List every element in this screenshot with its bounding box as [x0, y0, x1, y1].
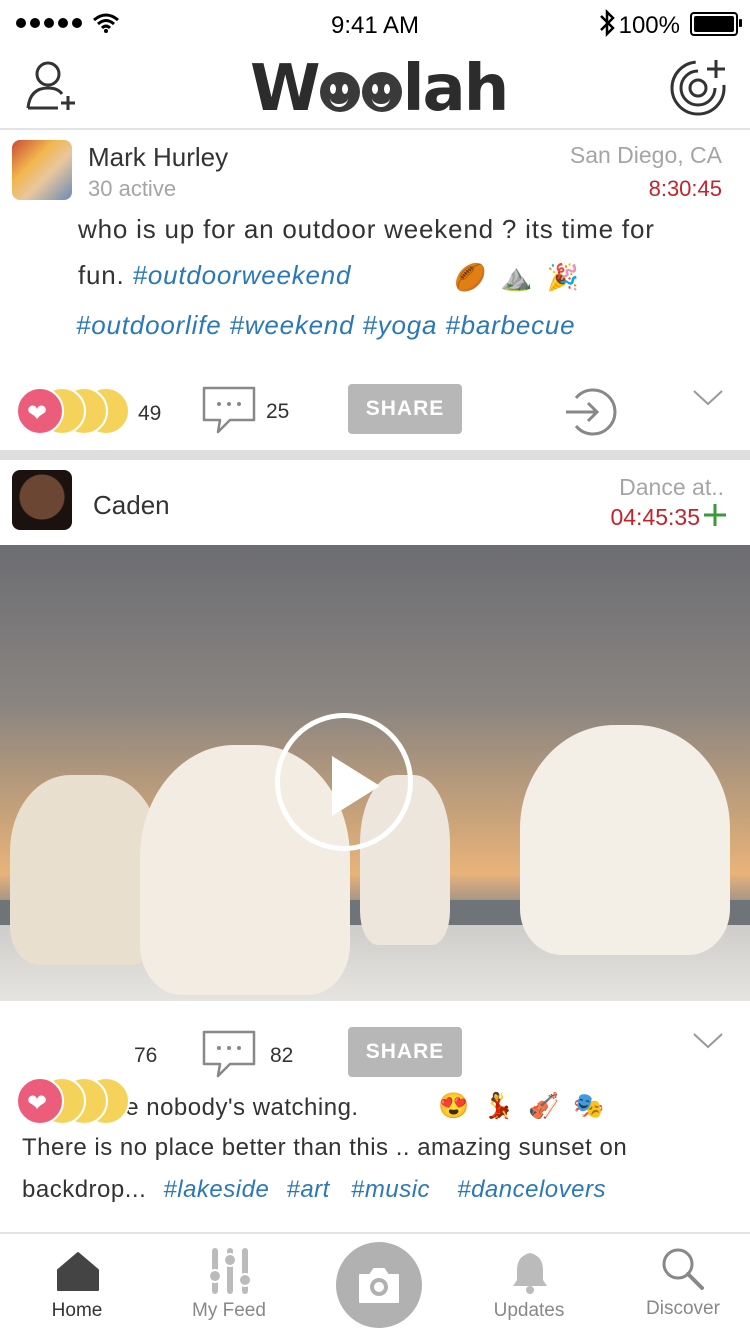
hashtag-link[interactable]: #lakeside	[163, 1176, 269, 1203]
post-author[interactable]: Mark Hurley	[88, 142, 228, 173]
join-icon[interactable]	[562, 384, 620, 440]
avatar[interactable]	[12, 140, 72, 200]
post-timer: 8:30:45	[648, 176, 722, 201]
hashtag-link[interactable]: #dancelovers	[457, 1176, 606, 1203]
post-subtitle: 30 active	[88, 176, 177, 201]
heart-icon: ❤	[27, 400, 48, 427]
hashtag-link[interactable]: #art	[286, 1176, 329, 1203]
share-button[interactable]: SHARE	[348, 384, 462, 434]
reactions-count: 49	[138, 402, 162, 425]
post-timer: 04:45:35	[610, 504, 700, 530]
app-logo: Wlah	[250, 52, 509, 126]
comment-icon[interactable]	[200, 1028, 258, 1080]
nav-home-label: Home	[51, 1300, 103, 1321]
chevron-down-icon[interactable]	[692, 1031, 724, 1051]
post-hashtags[interactable]: #outdoorlife #weekend #yoga #barbecue	[76, 310, 575, 341]
search-icon	[662, 1248, 704, 1290]
play-button[interactable]	[275, 713, 413, 851]
status-bar: 9:41 AM 100%	[0, 0, 750, 50]
post-divider	[0, 450, 750, 460]
post-caption-line2: There is no place better than this .. am…	[22, 1134, 628, 1161]
nav-discover[interactable]: Discover	[608, 1234, 750, 1336]
comments-count: 25	[266, 400, 290, 423]
video-player[interactable]	[0, 545, 750, 1001]
play-icon	[332, 756, 380, 816]
nav-my-feed[interactable]: My Feed	[154, 1234, 304, 1336]
camera-button[interactable]	[336, 1242, 422, 1328]
post-text-line2: fun. #outdoorweekend	[78, 260, 351, 291]
post-emojis: 😍 💃 🎻 🎭	[438, 1092, 605, 1120]
sliders-icon	[208, 1248, 252, 1294]
battery-icon	[690, 12, 738, 36]
post-author[interactable]: Caden	[93, 490, 170, 521]
post-emojis: 🏉 ⛰️ 🎉	[454, 262, 580, 292]
dancer-figure	[520, 725, 730, 955]
post-location: Dance at..	[619, 474, 724, 500]
hashtag-link[interactable]: #outdoorweekend	[133, 260, 352, 290]
reactions-button[interactable]: ❤	[16, 1077, 130, 1125]
reactions-button[interactable]: ❤	[16, 387, 130, 435]
bluetooth-icon	[600, 8, 615, 38]
nav-updates-label: Updates	[493, 1300, 565, 1321]
app-header: Wlah	[0, 50, 750, 130]
bell-icon	[513, 1250, 547, 1294]
share-button[interactable]: SHARE	[348, 1027, 462, 1077]
camera-icon	[359, 1268, 399, 1303]
post-text-prefix: fun.	[78, 260, 133, 290]
post-text-line1: who is up for an outdoor weekend ? its t…	[78, 214, 655, 244]
comments-count: 82	[270, 1044, 294, 1067]
nav-discover-label: Discover	[646, 1298, 720, 1319]
add-radar-icon[interactable]	[668, 56, 730, 118]
nav-home[interactable]: Home	[2, 1234, 152, 1336]
chevron-down-icon[interactable]	[692, 388, 724, 408]
post-caption-line3: backdrop... #lakeside #art #music #dance…	[22, 1176, 606, 1203]
avatar[interactable]	[12, 470, 72, 530]
home-icon	[57, 1252, 99, 1291]
hashtag-link[interactable]: #music	[351, 1176, 430, 1203]
post-location: San Diego, CA	[569, 142, 722, 168]
nav-my-feed-label: My Feed	[192, 1300, 266, 1321]
battery-percent: 100%	[618, 12, 680, 39]
nav-updates[interactable]: Updates	[454, 1234, 604, 1336]
add-friend-icon[interactable]	[24, 58, 80, 114]
reactions-count: 76	[134, 1044, 158, 1067]
heart-icon: ❤	[27, 1090, 48, 1117]
plus-icon[interactable]	[702, 502, 728, 528]
comment-icon[interactable]	[200, 384, 258, 436]
dancer-figure	[10, 775, 160, 965]
